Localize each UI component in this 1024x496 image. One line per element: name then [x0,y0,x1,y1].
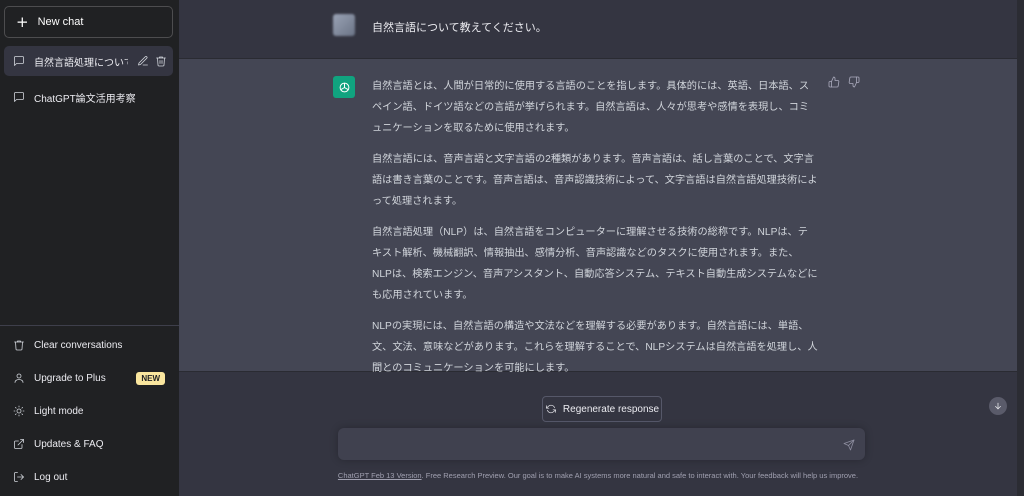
thumbs-down-icon[interactable] [848,76,860,88]
new-chat-label: New chat [37,16,84,28]
light-mode-button[interactable]: Light mode [4,396,173,426]
feedback-buttons [828,76,860,88]
logout-icon [13,471,25,483]
scroll-to-bottom-button[interactable] [989,397,1007,415]
user-message: 自然言語について教えてください。 [372,22,547,34]
log-out-label: Log out [34,471,68,483]
light-mode-label: Light mode [34,405,84,417]
footer: ChatGPT Feb 13 Version. Free Research Pr… [179,471,1017,480]
arrow-down-icon [995,402,1001,410]
version-link[interactable]: ChatGPT Feb 13 Version [338,471,422,480]
conversation-title: 自然言語処理について [34,57,128,69]
chatgpt-logo-icon [333,76,355,98]
scrollbar[interactable] [1017,0,1024,496]
plus-icon: + [16,12,29,31]
user-message-row: 自然言語について教えてください。 [179,0,1017,59]
answer-paragraph: NLPの実現には、自然言語の構造や文法などを理解する必要があります。自然言語には… [372,321,818,374]
chat-bubble-icon [13,91,25,103]
send-icon[interactable] [843,438,855,451]
chat-main: 自然言語について教えてください。 自然言語とは、人間が日常的に使用する言語のこと… [179,0,1024,496]
user-icon [13,372,25,384]
trash-icon[interactable] [155,55,167,67]
conversation-title: ChatGPT論文活用考察 [34,93,136,105]
thumbs-up-icon[interactable] [828,76,840,88]
user-avatar [333,14,355,36]
new-chat-button[interactable]: + New chat [4,6,173,38]
upgrade-to-plus-button[interactable]: Upgrade to Plus NEW [4,363,173,393]
clear-conversations-button[interactable]: Clear conversations [4,330,173,360]
external-link-icon [13,438,25,450]
answer-paragraph: 自然言語とは、人間が日常的に使用する言語のことを指します。具体的には、英語、日本… [372,81,810,134]
regenerate-response-button[interactable]: Regenerate response [542,396,662,422]
assistant-message: 自然言語とは、人間が日常的に使用する言語のことを指します。具体的には、英語、日本… [372,76,818,389]
sidebar: + New chat 自然言語処理について ChatGPT論文活用考察 Clea… [0,0,179,496]
conversation-item[interactable]: ChatGPT論文活用考察 [4,82,173,112]
sidebar-divider [0,325,179,326]
edit-icon[interactable] [137,55,149,67]
trash-icon [13,339,25,351]
chat-bubble-icon [13,55,25,67]
updates-faq-link[interactable]: Updates & FAQ [4,429,173,459]
message-input-container [338,428,865,460]
assistant-message-row: 自然言語とは、人間が日常的に使用する言語のことを指します。具体的には、英語、日本… [179,59,1017,374]
updates-faq-label: Updates & FAQ [34,438,104,450]
clear-conversations-label: Clear conversations [34,339,123,351]
refresh-icon [545,403,557,415]
conversation-item-active[interactable]: 自然言語処理について [4,46,173,76]
new-badge: NEW [136,371,165,385]
regenerate-label: Regenerate response [562,403,660,415]
answer-paragraph: 自然言語処理（NLP）は、自然言語をコンピューターに理解させる技術の総称です。N… [372,227,818,301]
sun-icon [13,405,25,417]
footer-text: . Free Research Preview. Our goal is to … [421,471,859,480]
message-input[interactable] [348,436,828,452]
upgrade-label: Upgrade to Plus [34,372,106,384]
answer-paragraph: 自然言語には、音声言語と文字言語の2種類があります。音声言語は、話し言葉のことで… [372,154,818,207]
log-out-button[interactable]: Log out [4,462,173,492]
